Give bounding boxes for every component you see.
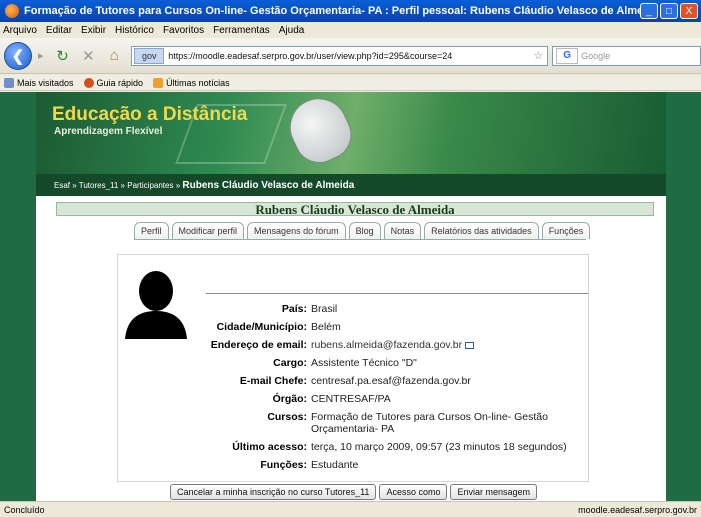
- menu-ajuda[interactable]: Ajuda: [279, 25, 305, 36]
- back-button[interactable]: ❮: [4, 41, 32, 70]
- firefox-bookmark-icon: [83, 77, 94, 88]
- url-bar[interactable]: gov https://moodle.eadesaf.serpro.gov.br…: [131, 45, 549, 66]
- field-label: Órgão:: [272, 393, 307, 405]
- reload-icon[interactable]: ↻: [52, 45, 74, 67]
- profile-row-pais: País: Brasil: [118, 303, 590, 315]
- tab-blog[interactable]: Blog: [348, 222, 381, 239]
- menu-favoritos[interactable]: Favoritos: [163, 25, 204, 36]
- bookmark-guia-rapido[interactable]: Guia rápido: [83, 77, 144, 88]
- field-value: CENTRESAF/PA: [311, 393, 391, 405]
- bookmark-mais-visitados[interactable]: Mais visitados: [4, 77, 74, 88]
- rss-icon: [153, 77, 164, 88]
- profile-row-ultimo-acesso: Último acesso: terça, 10 março 2009, 09:…: [118, 441, 590, 453]
- field-value: terça, 10 março 2009, 09:57 (23 minutos …: [311, 441, 567, 453]
- profile-row-funcoes: Funções: Estudante: [118, 459, 590, 471]
- bookmark-label: Últimas notícias: [166, 77, 230, 88]
- forward-arrow-icon: ▸: [37, 50, 44, 62]
- search-input[interactable]: Google: [581, 51, 610, 61]
- profile-row-email: Endereço de email: rubens.almeida@fazend…: [118, 339, 590, 351]
- send-message-button[interactable]: Enviar mensagem: [450, 484, 538, 500]
- tab-relatorios[interactable]: Relatórios das atividades: [424, 222, 539, 239]
- window-title-bar: Formação de Tutores para Cursos On-line-…: [0, 0, 701, 22]
- field-label: Cursos:: [267, 411, 307, 423]
- user-fullname-heading: Rubens Cláudio Velasco de Almeida: [56, 202, 654, 216]
- course-link[interactable]: Formação de Tutores para Cursos On-line-…: [311, 411, 579, 435]
- menu-historico[interactable]: Histórico: [115, 25, 154, 36]
- login-as-button[interactable]: Acesso como: [379, 484, 448, 500]
- bookmark-label: Mais visitados: [17, 77, 74, 88]
- menu-arquivo[interactable]: Arquivo: [3, 25, 37, 36]
- field-label: Cargo:: [273, 357, 307, 369]
- page-content: Educação a Distância Aprendizagem Flexív…: [0, 92, 701, 501]
- navigation-toolbar: ❮ ▸ ↻ ✕ ⌂ gov https://moodle.eadesaf.ser…: [0, 38, 701, 74]
- profile-row-orgao: Órgão: CENTRESAF/PA: [118, 393, 590, 405]
- profile-tabs: Perfil Modificar perfil Mensagens do fór…: [134, 222, 593, 239]
- close-button[interactable]: X: [680, 3, 698, 19]
- tab-perfil[interactable]: Perfil: [134, 222, 169, 239]
- profile-actions: Cancelar a minha inscrição no curso Tuto…: [170, 484, 538, 500]
- stop-icon[interactable]: ✕: [78, 45, 100, 67]
- field-label: Cidade/Município:: [216, 321, 307, 333]
- profile-row-cargo: Cargo: Assistente Técnico "D": [118, 357, 590, 369]
- status-bar: Concluído moodle.eadesaf.serpro.gov.br: [0, 501, 701, 517]
- back-arrow-icon: ❮: [11, 47, 25, 65]
- tab-funcoes[interactable]: Funções: [541, 222, 591, 239]
- menu-editar[interactable]: Editar: [46, 25, 72, 36]
- field-value: Estudante: [311, 459, 359, 471]
- search-box[interactable]: G Google: [552, 45, 701, 66]
- bookmark-ultimas-noticias[interactable]: Últimas notícias: [153, 77, 230, 88]
- url-text[interactable]: https://moodle.eadesaf.serpro.gov.br/use…: [168, 51, 533, 61]
- email-value-wrap: rubens.almeida@fazenda.gov.br: [311, 339, 579, 351]
- maximize-button[interactable]: □: [660, 3, 678, 19]
- status-host: moodle.eadesaf.serpro.gov.br: [578, 504, 697, 515]
- email-link[interactable]: rubens.almeida@fazenda.gov.br: [311, 339, 462, 351]
- menu-bar: Arquivo Editar Exibir Histórico Favorito…: [0, 22, 701, 38]
- tab-modificar-perfil[interactable]: Modificar perfil: [171, 222, 245, 239]
- computer-mouse-image: [280, 92, 360, 172]
- field-label: País:: [281, 303, 307, 315]
- field-label: Endereço de email:: [210, 339, 307, 351]
- profile-divider: [206, 293, 588, 294]
- profile-details-box: País: Brasil Cidade/Município: Belém End…: [117, 254, 589, 482]
- folder-icon: [4, 77, 14, 88]
- menu-ferramentas[interactable]: Ferramentas: [213, 25, 270, 36]
- home-icon[interactable]: ⌂: [103, 45, 125, 67]
- banner-title: Educação a Distância: [52, 104, 248, 125]
- field-label: Funções:: [260, 459, 307, 471]
- envelope-icon[interactable]: [465, 341, 475, 349]
- status-text: Concluído: [4, 504, 45, 515]
- tab-mensagens-forum[interactable]: Mensagens do fórum: [247, 222, 346, 239]
- unenrol-button[interactable]: Cancelar a minha inscrição no curso Tuto…: [170, 484, 377, 500]
- site-banner: Educação a Distância Aprendizagem Flexív…: [36, 92, 666, 174]
- field-label: E-mail Chefe:: [239, 375, 307, 387]
- tab-notas[interactable]: Notas: [383, 222, 422, 239]
- profile-page: Rubens Cláudio Velasco de Almeida Perfil…: [36, 196, 666, 501]
- field-value: Assistente Técnico "D": [311, 357, 417, 369]
- field-value: Belém: [311, 321, 341, 333]
- site-identity-badge[interactable]: gov: [134, 47, 165, 64]
- profile-row-email-chefe: E-mail Chefe: centresaf.pa.esaf@fazenda.…: [118, 375, 590, 387]
- breadcrumb: Esaf » Tutores_11 » Participantes » Rube…: [36, 174, 666, 196]
- breadcrumb-path[interactable]: Esaf » Tutores_11 » Participantes »: [54, 181, 180, 190]
- profile-row-cidade: Cidade/Município: Belém: [118, 321, 590, 333]
- field-label: Último acesso:: [232, 441, 307, 453]
- profile-row-cursos: Cursos: Formação de Tutores para Cursos …: [118, 411, 590, 435]
- field-value: Brasil: [311, 303, 338, 315]
- banner-subtitle: Aprendizagem Flexível: [54, 126, 163, 137]
- field-value: centresaf.pa.esaf@fazenda.gov.br: [311, 375, 471, 387]
- tabs-divider: [134, 239, 586, 240]
- breadcrumb-current: Rubens Cláudio Velasco de Almeida: [182, 179, 355, 191]
- forward-button[interactable]: ▸: [32, 46, 50, 66]
- minimize-button[interactable]: _: [640, 3, 658, 19]
- menu-exibir[interactable]: Exibir: [81, 25, 106, 36]
- firefox-icon: [5, 4, 19, 18]
- bookmark-label: Guia rápido: [96, 77, 144, 88]
- bookmarks-bar: Mais visitados Guia rápido Últimas notíc…: [0, 75, 701, 91]
- bookmark-star-icon[interactable]: ☆: [533, 49, 543, 62]
- window-title: Formação de Tutores para Cursos On-line-…: [24, 5, 640, 17]
- google-icon[interactable]: G: [556, 47, 579, 64]
